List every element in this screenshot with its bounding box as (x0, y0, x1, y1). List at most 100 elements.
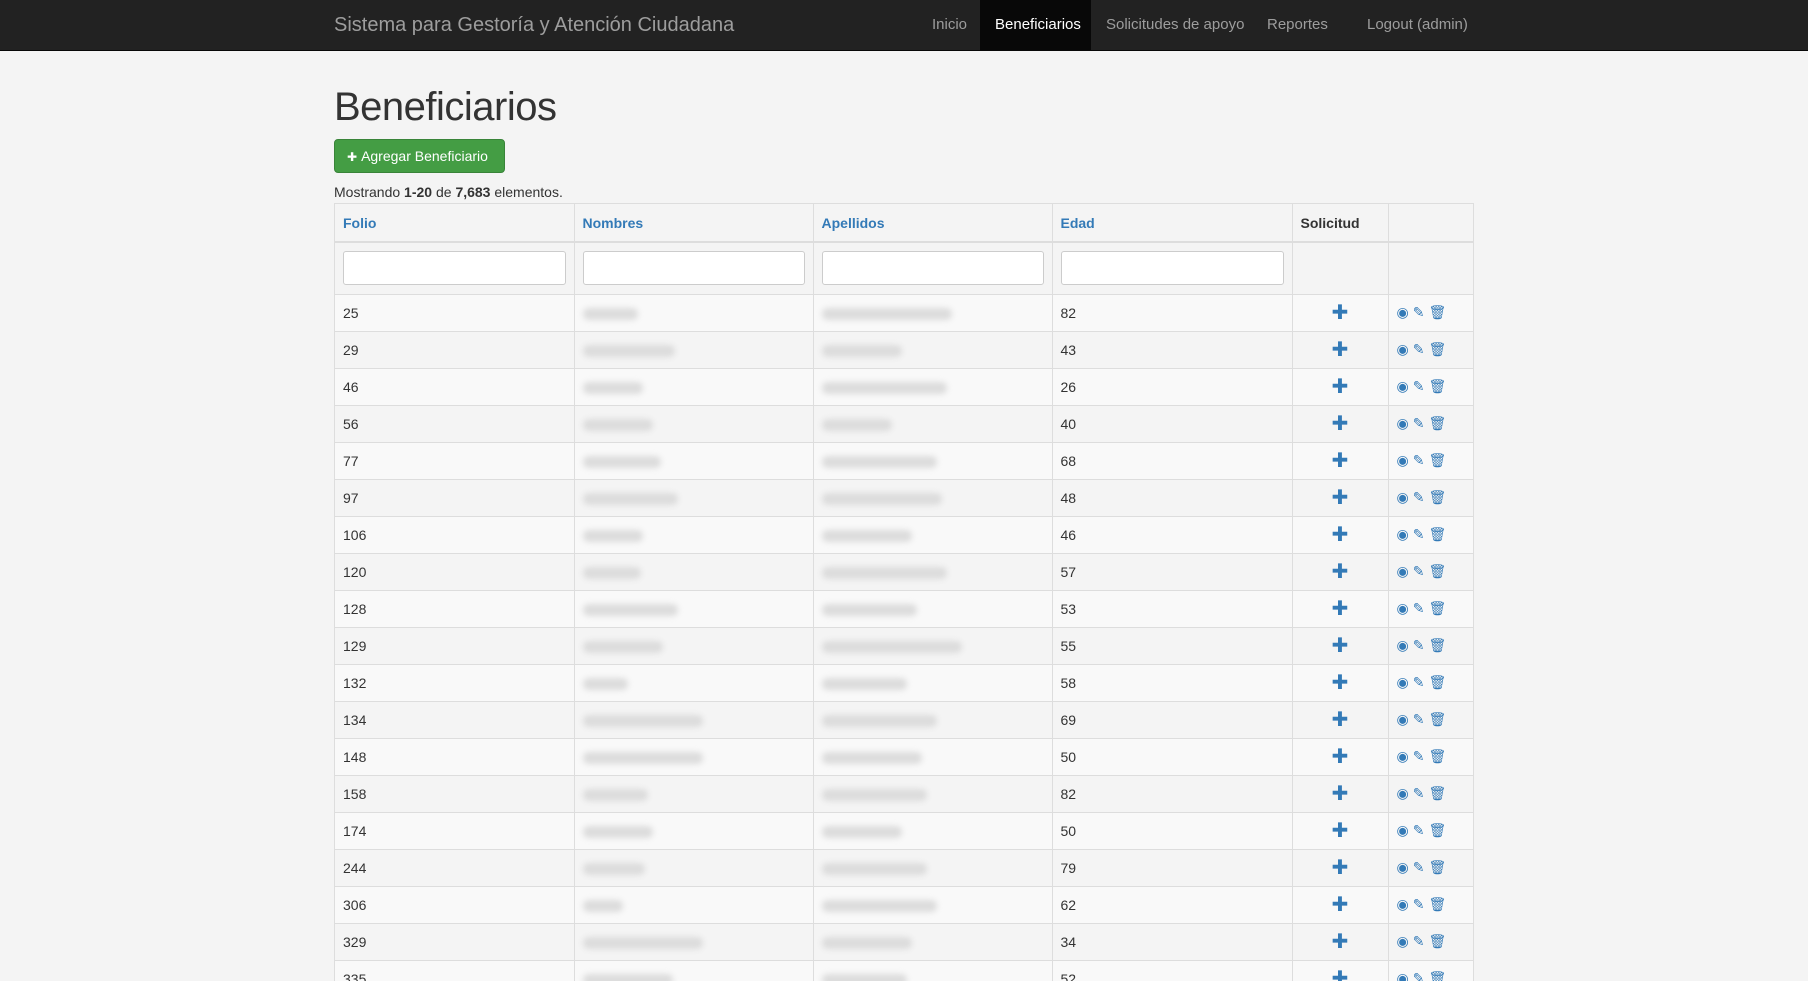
pencil-icon[interactable]: ✎ (1413, 526, 1425, 542)
plus-icon[interactable]: ✚ (1332, 709, 1349, 731)
eye-icon[interactable]: ◉ (1397, 600, 1409, 616)
filter-nombres-input[interactable] (582, 251, 805, 286)
eye-icon[interactable]: ◉ (1397, 637, 1409, 653)
cell-actions: ◉ ✎ 🗑 (1387, 515, 1473, 554)
redacted-surname-block (821, 492, 942, 505)
pencil-icon[interactable]: ✎ (1413, 637, 1425, 653)
nav-item-logout[interactable]: Logout (admin) (1352, 0, 1483, 50)
eye-icon[interactable]: ◉ (1397, 822, 1409, 838)
pencil-icon[interactable]: ✎ (1413, 452, 1425, 468)
eye-icon[interactable]: ◉ (1397, 970, 1409, 981)
eye-icon[interactable]: ◉ (1397, 859, 1409, 875)
eye-icon[interactable]: ◉ (1397, 489, 1409, 505)
pencil-icon[interactable]: ✎ (1413, 489, 1425, 505)
trash-icon[interactable]: 🗑 (1428, 748, 1446, 764)
pencil-icon[interactable]: ✎ (1413, 859, 1425, 875)
trash-icon[interactable]: 🗑 (1428, 563, 1446, 579)
plus-icon[interactable]: ✚ (1332, 672, 1349, 694)
cell-actions: ◉ ✎ 🗑 (1387, 552, 1473, 591)
pencil-icon[interactable]: ✎ (1413, 600, 1425, 616)
cell-solicitud: ✚ (1291, 515, 1389, 554)
nav-item-reportes[interactable]: Reportes (1252, 0, 1343, 50)
nav-item-solicitudes[interactable]: Solicitudes de apoyo (1091, 0, 1259, 50)
app-brand[interactable]: Sistema para Gestoría y Atención Ciudada… (334, 0, 734, 50)
eye-icon[interactable]: ◉ (1397, 415, 1409, 431)
trash-icon[interactable]: 🗑 (1428, 526, 1446, 542)
plus-icon[interactable]: ✚ (1332, 635, 1349, 657)
plus-icon[interactable]: ✚ (1332, 746, 1349, 768)
trash-icon[interactable]: 🗑 (1428, 452, 1446, 468)
pencil-icon[interactable]: ✎ (1413, 748, 1425, 764)
column-header-folio[interactable]: Folio (335, 204, 575, 243)
trash-icon[interactable]: 🗑 (1428, 822, 1446, 838)
eye-icon[interactable]: ◉ (1397, 896, 1409, 912)
trash-icon[interactable]: 🗑 (1428, 304, 1446, 320)
filter-apellidos-input[interactable] (821, 251, 1044, 286)
column-header-nombres[interactable]: Nombres (573, 204, 814, 243)
redacted-surname-block (821, 418, 892, 431)
column-header-edad[interactable]: Edad (1051, 204, 1293, 243)
plus-icon[interactable]: ✚ (1332, 894, 1349, 916)
trash-icon[interactable]: 🗑 (1428, 600, 1446, 616)
trash-icon[interactable]: 🗑 (1428, 711, 1446, 727)
eye-icon[interactable]: ◉ (1397, 304, 1409, 320)
pencil-icon[interactable]: ✎ (1413, 378, 1425, 394)
pencil-icon[interactable]: ✎ (1413, 785, 1425, 801)
plus-icon[interactable]: ✚ (1332, 561, 1349, 583)
plus-icon[interactable]: ✚ (1332, 487, 1349, 509)
trash-icon[interactable]: 🗑 (1428, 970, 1446, 981)
filter-edad-input[interactable] (1060, 251, 1284, 286)
plus-icon[interactable]: ✚ (1332, 598, 1349, 620)
pencil-icon[interactable]: ✎ (1413, 674, 1425, 690)
pencil-icon[interactable]: ✎ (1413, 341, 1425, 357)
cell-solicitud: ✚ (1291, 737, 1389, 776)
plus-icon[interactable]: ✚ (1332, 524, 1349, 546)
plus-icon[interactable]: ✚ (1332, 339, 1349, 361)
eye-icon[interactable]: ◉ (1397, 563, 1409, 579)
plus-icon[interactable]: ✚ (1332, 968, 1349, 981)
add-beneficiario-button[interactable]: ✚ Agregar Beneficiario (334, 139, 505, 173)
eye-icon[interactable]: ◉ (1397, 452, 1409, 468)
plus-icon[interactable]: ✚ (1332, 302, 1349, 324)
plus-icon[interactable]: ✚ (1332, 376, 1349, 398)
filter-folio-input[interactable] (343, 251, 566, 286)
plus-icon[interactable]: ✚ (1332, 783, 1349, 805)
eye-icon[interactable]: ◉ (1397, 748, 1409, 764)
trash-icon[interactable]: 🗑 (1428, 637, 1446, 653)
trash-icon[interactable]: 🗑 (1428, 933, 1446, 949)
trash-icon[interactable]: 🗑 (1428, 378, 1446, 394)
trash-icon[interactable]: 🗑 (1428, 859, 1446, 875)
eye-icon[interactable]: ◉ (1397, 711, 1409, 727)
trash-icon[interactable]: 🗑 (1428, 489, 1446, 505)
eye-icon[interactable]: ◉ (1397, 785, 1409, 801)
nav-item-inicio[interactable]: Inicio (917, 0, 982, 50)
summary-prefix: Mostrando (334, 184, 405, 200)
pencil-icon[interactable]: ✎ (1413, 933, 1425, 949)
eye-icon[interactable]: ◉ (1397, 933, 1409, 949)
table-row: 128 53 ✚ ◉ ✎ 🗑 (335, 589, 1473, 628)
pencil-icon[interactable]: ✎ (1413, 563, 1425, 579)
column-header-apellidos[interactable]: Apellidos (812, 204, 1053, 243)
eye-icon[interactable]: ◉ (1397, 674, 1409, 690)
trash-icon[interactable]: 🗑 (1428, 674, 1446, 690)
plus-icon[interactable]: ✚ (1332, 450, 1349, 472)
cell-actions: ◉ ✎ 🗑 (1387, 330, 1473, 369)
trash-icon[interactable]: 🗑 (1428, 785, 1446, 801)
trash-icon[interactable]: 🗑 (1428, 341, 1446, 357)
pencil-icon[interactable]: ✎ (1413, 711, 1425, 727)
pencil-icon[interactable]: ✎ (1413, 822, 1425, 838)
eye-icon[interactable]: ◉ (1397, 378, 1409, 394)
pencil-icon[interactable]: ✎ (1413, 970, 1425, 981)
eye-icon[interactable]: ◉ (1397, 526, 1409, 542)
pencil-icon[interactable]: ✎ (1413, 304, 1425, 320)
plus-icon[interactable]: ✚ (1332, 857, 1349, 879)
eye-icon[interactable]: ◉ (1397, 341, 1409, 357)
pencil-icon[interactable]: ✎ (1413, 415, 1425, 431)
plus-icon[interactable]: ✚ (1332, 413, 1349, 435)
plus-icon[interactable]: ✚ (1332, 931, 1349, 953)
nav-item-beneficiarios[interactable]: Beneficiarios (980, 0, 1091, 50)
trash-icon[interactable]: 🗑 (1428, 896, 1446, 912)
pencil-icon[interactable]: ✎ (1413, 896, 1425, 912)
plus-icon[interactable]: ✚ (1332, 820, 1349, 842)
trash-icon[interactable]: 🗑 (1428, 415, 1446, 431)
